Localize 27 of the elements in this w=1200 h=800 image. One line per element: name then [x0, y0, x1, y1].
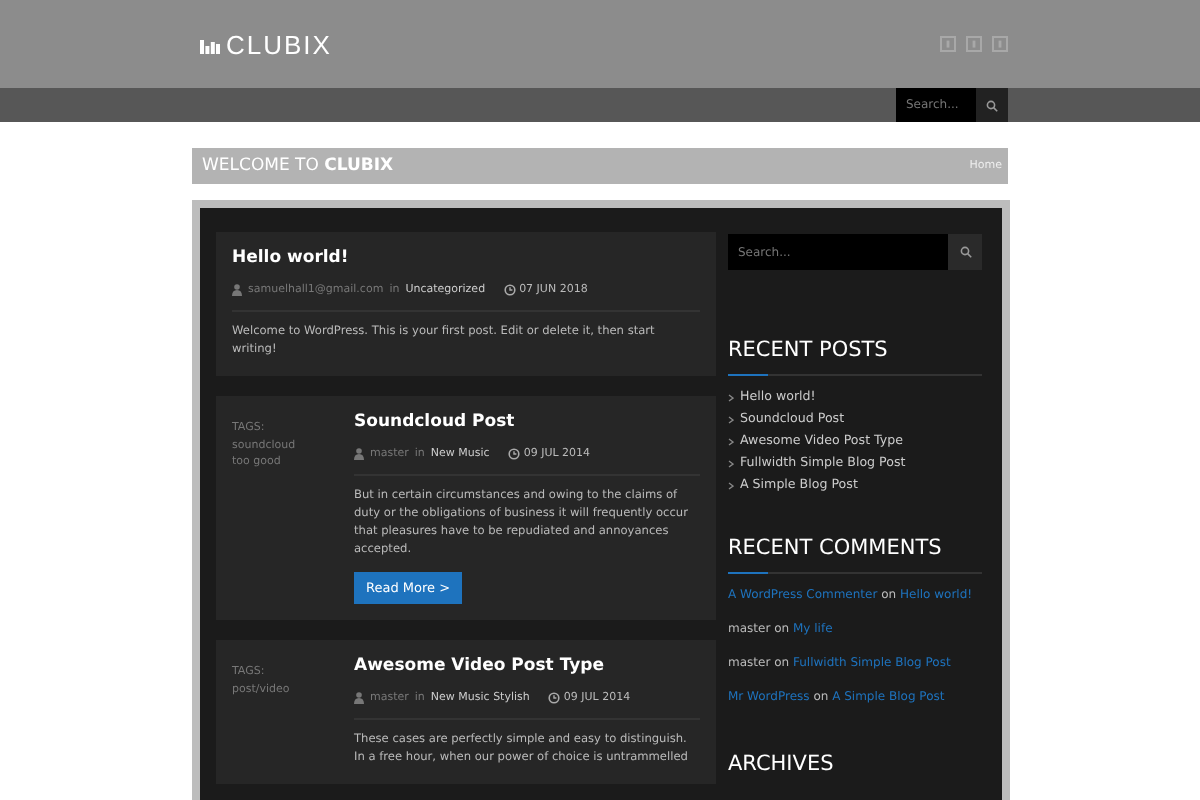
- social-icon[interactable]: [992, 36, 1008, 52]
- user-icon: [354, 692, 364, 704]
- widget-title: RECENT COMMENTS: [728, 536, 944, 560]
- site-logo[interactable]: CLUBIX: [200, 29, 332, 59]
- search-icon: [959, 246, 971, 258]
- clock-icon: [547, 692, 560, 704]
- chevron-icon: [728, 482, 734, 490]
- search-button[interactable]: [948, 234, 982, 270]
- social-icon[interactable]: [966, 36, 982, 52]
- social-icon[interactable]: [940, 36, 956, 52]
- clock-icon: [507, 448, 520, 460]
- widget-title: ARCHIVES: [728, 752, 836, 776]
- search-button[interactable]: [976, 88, 1008, 122]
- post-title[interactable]: Hello world!: [232, 248, 700, 268]
- user-icon: [354, 448, 364, 460]
- chevron-icon: [728, 416, 734, 424]
- post-title[interactable]: Soundcloud Post: [354, 412, 700, 432]
- user-icon: [232, 284, 242, 296]
- page-title: WELCOME TO CLUBIX: [202, 156, 394, 176]
- clock-icon: [503, 284, 516, 296]
- chevron-icon: [728, 460, 734, 468]
- chevron-icon: [728, 438, 734, 446]
- widget-title: RECENT POSTS: [728, 338, 890, 362]
- chevron-icon: [728, 394, 734, 402]
- post-title[interactable]: Awesome Video Post Type: [354, 656, 700, 676]
- bars-icon: [200, 35, 220, 53]
- search-icon: [986, 99, 998, 111]
